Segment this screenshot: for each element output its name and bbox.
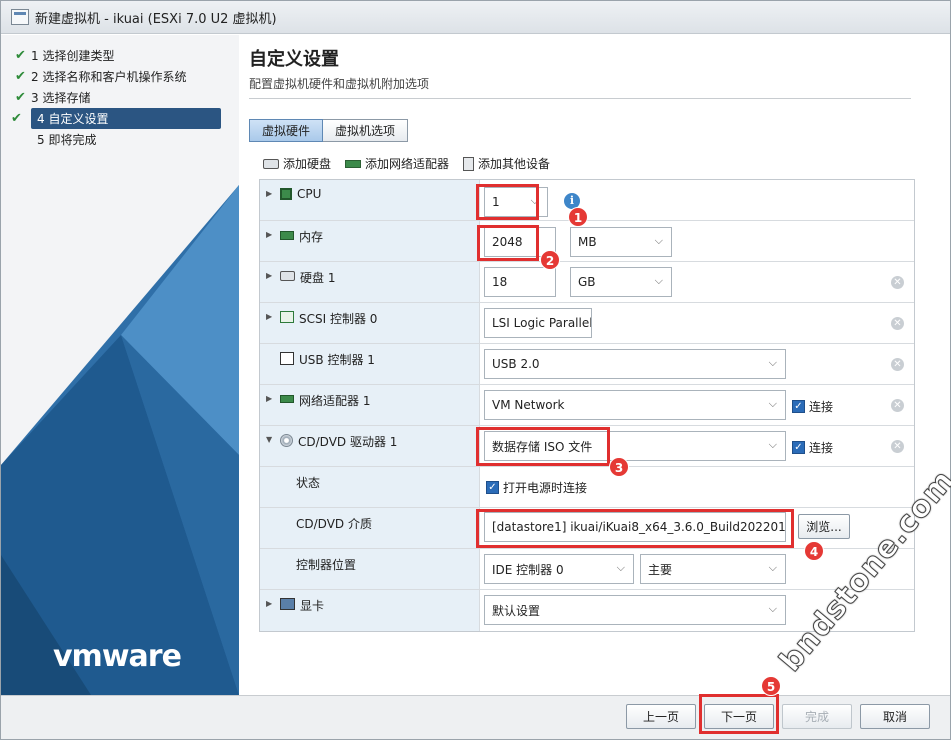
check-icon: ✔ — [11, 111, 22, 126]
disk-size-input[interactable]: 18 — [484, 267, 556, 297]
expand-icon[interactable]: ▶ — [266, 312, 276, 321]
tab-vm-options[interactable]: 虚拟机选项 — [323, 119, 409, 142]
usb-icon — [280, 352, 294, 365]
window-app-icon — [11, 9, 29, 25]
hardware-table: ▶CPU 1 i ▶内存 2048 MB ▶硬盘 1 18 GB — [259, 179, 915, 632]
annotation-box-cd-source — [476, 427, 610, 466]
hardware-row-network: ▶网络适配器 1 VM Network ✓连接 ✕ — [260, 385, 914, 426]
step-customize-settings[interactable]: ✔ 4 自定义设置 — [11, 108, 221, 129]
step-name-os[interactable]: ✔ 2 选择名称和客户机操作系统 — [11, 66, 223, 87]
checkbox-checked-icon: ✓ — [792, 400, 805, 413]
network-select[interactable]: VM Network — [484, 390, 786, 420]
step-select-type[interactable]: ✔ 1 选择创建类型 — [11, 45, 223, 66]
hardware-row-usb: USB 控制器 1 USB 2.0 ✕ — [260, 344, 914, 385]
step-select-storage[interactable]: ✔ 3 选择存储 — [11, 87, 223, 108]
tab-virtual-hardware[interactable]: 虚拟硬件 — [249, 119, 324, 142]
remove-disk-icon[interactable]: ✕ — [891, 276, 904, 289]
add-other-device-button[interactable]: 添加其他设备 — [463, 155, 550, 172]
page-subtitle: 配置虚拟机硬件和虚拟机附加选项 — [249, 77, 430, 91]
memory-unit-select[interactable]: MB — [570, 227, 672, 257]
hardware-row-memory: ▶ 内存 2048 MB — [260, 221, 914, 262]
step-ready-to-complete[interactable]: 5 即将完成 — [11, 129, 223, 150]
power-on-connect-checkbox[interactable]: ✓ 打开电源时连接 — [486, 479, 587, 496]
network-card-icon — [280, 395, 294, 403]
remove-usb-icon[interactable]: ✕ — [891, 358, 904, 371]
remove-scsi-icon[interactable]: ✕ — [891, 317, 904, 330]
hardware-row-cd-status: 状态 ✓ 打开电源时连接 — [260, 467, 914, 508]
add-nic-button[interactable]: 添加网络适配器 — [345, 155, 449, 172]
checkbox-checked-icon: ✓ — [792, 441, 805, 454]
wizard-sidebar: ✔ 1 选择创建类型 ✔ 2 选择名称和客户机操作系统 ✔ 3 选择存储 ✔ 4 自定义… — [1, 35, 239, 695]
hard-disk-icon — [263, 158, 279, 169]
cancel-button[interactable]: 取消 — [860, 704, 930, 729]
title-divider — [249, 98, 911, 99]
annotation-badge: 5 — [761, 676, 781, 696]
page-title: 自定义设置 — [249, 49, 339, 70]
usb-type-select[interactable]: USB 2.0 — [484, 349, 786, 379]
remove-network-icon[interactable]: ✕ — [891, 399, 904, 412]
scsi-type-select[interactable]: LSI Logic Parallel — [484, 308, 592, 338]
device-icon — [463, 156, 475, 171]
wizard-footer: 上一页 下一页 完成 取消 — [1, 695, 950, 739]
wizard-steps: ✔ 1 选择创建类型 ✔ 2 选择名称和客户机操作系统 ✔ 3 选择存储 ✔ 4 自定义… — [11, 45, 223, 150]
annotation-box-memory — [477, 225, 539, 261]
settings-tabs: 虚拟硬件 虚拟机选项 — [249, 119, 409, 142]
annotation-box-next — [699, 694, 779, 734]
memory-icon — [280, 231, 294, 240]
annotation-box-cpu — [476, 184, 539, 220]
check-icon: ✔ — [15, 69, 26, 84]
new-vm-wizard-window: 新建虚拟机 - ikuai (ESXi 7.0 U2 虚拟机) ✔ 1 选择创建类… — [0, 0, 951, 740]
window-titlebar: 新建虚拟机 - ikuai (ESXi 7.0 U2 虚拟机) — [1, 1, 950, 34]
check-icon: ✔ — [15, 48, 26, 63]
annotation-box-iso-path — [476, 509, 794, 548]
network-card-icon — [345, 159, 362, 168]
remove-cdrom-icon[interactable]: ✕ — [891, 440, 904, 453]
disk-unit-select[interactable]: GB — [570, 267, 672, 297]
vmware-logo: vmware — [53, 639, 182, 674]
hardware-row-disk: ▶硬盘 1 18 GB ✕ — [260, 262, 914, 303]
monitor-icon — [280, 598, 295, 610]
scsi-controller-icon — [280, 311, 294, 323]
hard-disk-icon — [280, 271, 295, 281]
annotation-badge: 2 — [540, 250, 560, 270]
previous-button[interactable]: 上一页 — [626, 704, 696, 729]
annotation-badge: 1 — [568, 207, 588, 227]
hardware-row-scsi: ▶ SCSI 控制器 0 LSI Logic Parallel ✕ — [260, 303, 914, 344]
annotation-badge: 3 — [609, 457, 629, 477]
add-disk-button[interactable]: 添加硬盘 — [263, 155, 331, 172]
browse-button[interactable]: 浏览... — [798, 514, 850, 539]
expand-icon[interactable]: ▶ — [266, 271, 276, 280]
cpu-icon — [280, 188, 292, 200]
video-settings-select[interactable]: 默认设置 — [484, 595, 786, 625]
check-icon: ✔ — [15, 90, 26, 105]
ide-controller-select[interactable]: IDE 控制器 0 — [484, 554, 634, 584]
hardware-toolbar: 添加硬盘 添加网络适配器 添加其他设备 — [263, 155, 564, 172]
annotation-badge: 4 — [804, 541, 824, 561]
expand-icon[interactable]: ▶ — [266, 599, 276, 608]
cd-connect-checkbox[interactable]: ✓ 连接 — [792, 439, 833, 456]
expand-icon[interactable]: ▶ — [266, 394, 276, 403]
network-connect-checkbox[interactable]: ✓ 连接 — [792, 398, 833, 415]
expand-icon[interactable]: ▶ — [266, 189, 276, 198]
window-title: 新建虚拟机 - ikuai (ESXi 7.0 U2 虚拟机) — [35, 11, 277, 27]
ide-position-select[interactable]: 主要 — [640, 554, 786, 584]
collapse-icon[interactable]: ▼ — [266, 435, 276, 444]
checkbox-checked-icon: ✓ — [486, 481, 499, 494]
finish-button[interactable]: 完成 — [782, 704, 852, 729]
cd-dvd-icon — [280, 434, 293, 447]
expand-icon[interactable]: ▶ — [266, 230, 276, 239]
